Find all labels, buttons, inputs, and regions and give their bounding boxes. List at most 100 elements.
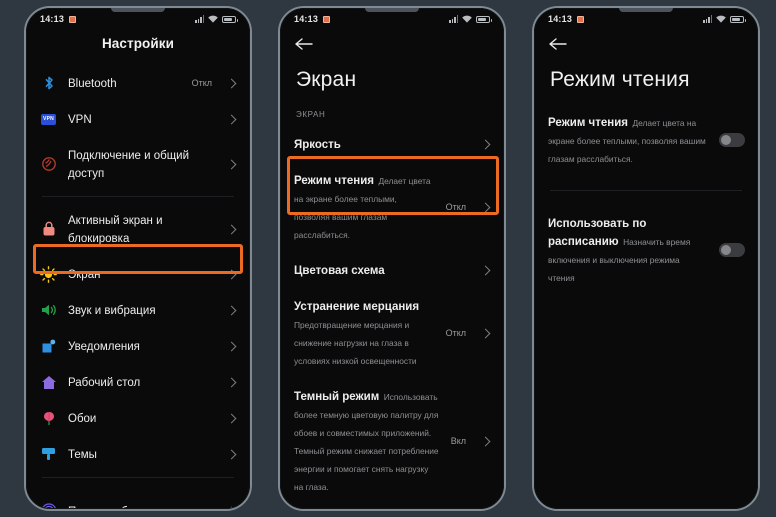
settings-row-label: Уведомления [68,341,140,353]
page-title: Экран [296,68,357,91]
wifi-icon [208,15,218,23]
phone-notch-icon [365,8,419,12]
home-icon [40,374,57,391]
screenshot-stage: 14:13 Настройки Bluetooth Откл VPN VPN П… [0,0,776,517]
settings-row-vpn[interactable]: VPN VPN [26,101,250,137]
speaker-icon [40,302,57,319]
schedule-switch[interactable] [719,243,745,257]
chevron-right-icon [480,265,491,275]
signal-bars-icon [195,15,204,23]
divider [42,477,234,478]
settings-row-label: Темы [68,449,97,461]
row-value: Откл [445,328,466,338]
phone-mockup-reading-mode: 14:13 Режим чтения Режим чтения Делает ц… [532,6,760,511]
schedule-toggle-row[interactable]: Использовать по расписанию Назначить вре… [534,205,758,295]
back-row [534,30,758,58]
themes-icon [40,446,57,463]
divider [550,190,742,191]
phone2-screen: 14:13 Экран ЭКРАН Яркость Режим чтения Д… [280,8,504,509]
wallpaper-flower-icon [40,410,57,427]
row-description: Предотвращение мерцания и снижение нагру… [294,320,417,366]
battery-icon [222,16,238,23]
settings-row-themes[interactable]: Темы [26,436,250,472]
chevron-right-icon [226,377,237,387]
settings-row-label: Звук и вибрация [68,305,156,317]
phone1-screen: 14:13 Настройки Bluetooth Откл VPN VPN П… [26,8,250,509]
signal-bars-icon [449,15,458,23]
chevron-right-icon [226,224,237,234]
chevron-right-icon [480,436,491,446]
chevron-right-icon [226,413,237,423]
chevron-right-icon [226,506,237,509]
settings-row-screen[interactable]: Экран [26,256,250,292]
reading-mode-switch[interactable] [719,133,745,147]
settings-row-label: Обои [68,413,97,425]
brightness-sun-icon [40,265,57,283]
fingerprint-icon [40,503,57,509]
signal-bars-icon [703,15,712,23]
row-description: Использовать более темную цветовую палит… [294,392,439,492]
chevron-right-icon [226,269,237,279]
orange-square-icon [323,15,331,23]
chevron-right-icon [226,449,237,459]
row-label: Режим чтения [548,117,628,129]
settings-row-sharing[interactable]: Подключение и общий доступ [26,137,250,191]
bluetooth-icon [40,75,57,92]
back-arrow-icon[interactable] [548,36,570,58]
settings-row-notifications[interactable]: Уведомления [26,328,250,364]
settings-row-label: Пароли и безопасность [68,506,193,509]
divider [42,196,234,197]
wifi-icon [462,15,472,23]
row-value: Вкл [450,436,466,446]
sharing-icon [40,156,57,173]
chevron-right-icon [480,202,491,212]
phone-notch-icon [111,8,165,12]
settings-row-homescreen[interactable]: Рабочий стол [26,364,250,400]
display-row-reading-mode[interactable]: Режим чтения Делает цвета на экране боле… [280,162,504,252]
phone-notch-icon [619,8,673,12]
settings-row-sound[interactable]: Звук и вибрация [26,292,250,328]
settings-row-label: Активный экран и блокировка [68,215,163,245]
display-row-dark-mode[interactable]: Темный режим Использовать более темную ц… [280,378,504,504]
chevron-right-icon [226,114,237,124]
vpn-icon: VPN [40,111,57,128]
lock-icon [40,221,57,238]
battery-icon [730,16,746,23]
settings-row-label: Рабочий стол [68,377,141,389]
notifications-icon [40,338,57,355]
chevron-right-icon [226,159,237,169]
status-time: 14:13 [548,14,573,24]
wifi-icon [716,15,726,23]
row-label: Цветовая схема [294,265,385,277]
orange-square-icon [577,15,585,23]
phone-mockup-display: 14:13 Экран ЭКРАН Яркость Режим чтения Д… [278,6,506,511]
display-row-color-scheme[interactable]: Цветовая схема [280,252,504,288]
status-time: 14:13 [40,14,65,24]
row-label: Темный режим [294,391,380,403]
chevron-right-icon [226,78,237,88]
settings-row-security[interactable]: Пароли и безопасность [26,493,250,509]
settings-row-label: Подключение и общий доступ [68,150,190,180]
display-row-brightness[interactable]: Яркость [280,126,504,162]
phone-mockup-settings: 14:13 Настройки Bluetooth Откл VPN VPN П… [24,6,252,511]
settings-row-value: Откл [191,78,212,88]
reading-mode-toggle-row[interactable]: Режим чтения Делает цвета на экране боле… [534,104,758,176]
orange-square-icon [69,15,77,23]
status-time: 14:13 [294,14,319,24]
display-row-flicker[interactable]: Устранение мерцания Предотвращение мерца… [280,288,504,378]
row-label: Яркость [294,139,341,151]
settings-row-label: Bluetooth [68,78,117,90]
back-arrow-icon[interactable] [294,36,316,58]
phone3-screen: 14:13 Режим чтения Режим чтения Делает ц… [534,8,758,509]
back-row [280,30,504,58]
chevron-right-icon [480,139,491,149]
settings-row-bluetooth[interactable]: Bluetooth Откл [26,65,250,101]
page-title: Режим чтения [550,68,690,91]
settings-row-lockscreen[interactable]: Активный экран и блокировка [26,202,250,256]
settings-row-label: Экран [68,269,101,281]
chevron-right-icon [480,328,491,338]
row-label: Устранение мерцания [294,301,420,313]
settings-row-wallpaper[interactable]: Обои [26,400,250,436]
chevron-right-icon [226,341,237,351]
row-label: Режим чтения [294,175,374,187]
